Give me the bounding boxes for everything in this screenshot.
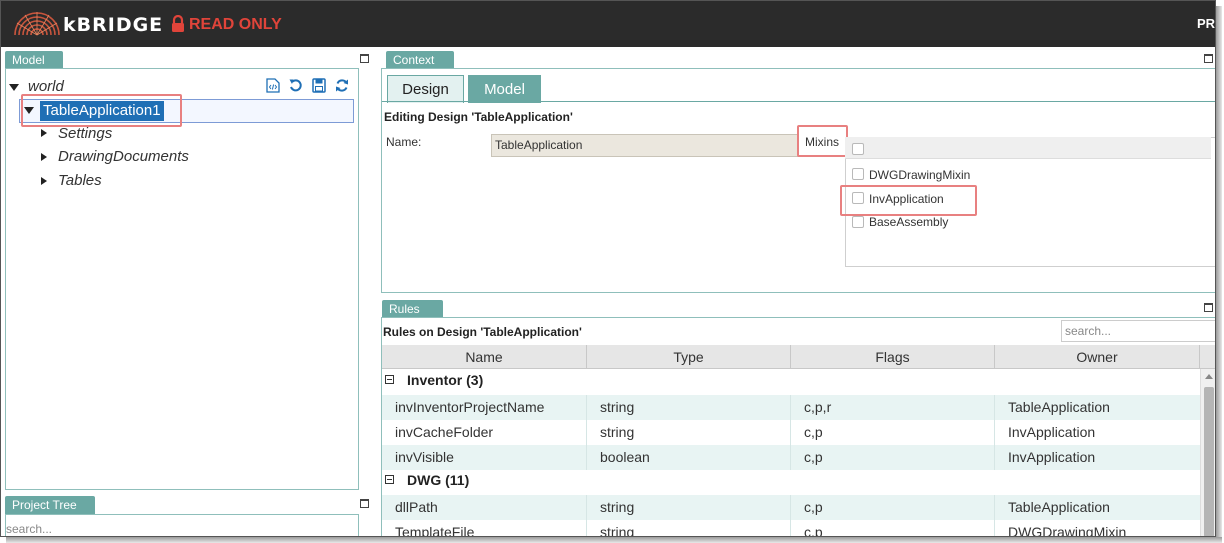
cell-owner: InvApplication	[1008, 449, 1096, 465]
undo-icon[interactable]	[289, 78, 303, 93]
scroll-up-icon[interactable]	[1205, 374, 1213, 379]
cell-owner: TableApplication	[1008, 399, 1110, 415]
model-maximize-icon[interactable]	[360, 54, 369, 63]
project-search-input[interactable]: search...	[6, 522, 52, 536]
cell-name: TemplateFile	[382, 520, 587, 536]
top-right-label: PR	[1197, 16, 1216, 31]
cell-type: string	[587, 495, 791, 520]
cell-type: string	[587, 520, 791, 536]
cell-type: boolean	[587, 445, 791, 470]
column-header-flags[interactable]: Flags	[791, 345, 995, 369]
app-window: kBRIDGE READ ONLY PR Model world TableAp…	[0, 0, 1216, 537]
table-row[interactable]: dllPath string c,p TableApplication	[382, 495, 1200, 520]
project-tree-tab[interactable]: Project Tree	[5, 496, 95, 514]
editing-design-title: Editing Design 'TableApplication'	[384, 110, 573, 124]
cell-flags: c,p	[791, 520, 995, 536]
tree-item-settings[interactable]: Settings	[58, 125, 112, 142]
highlight-box-mixins	[797, 125, 848, 157]
mixin-label-baseassembly: BaseAssembly	[869, 215, 949, 229]
tree-item-world[interactable]: world	[28, 78, 64, 95]
cell-flags: c,p	[791, 445, 995, 470]
table-row[interactable]: invCacheFolder string c,p InvApplication	[382, 420, 1200, 445]
column-header-name[interactable]: Name	[382, 345, 587, 369]
tree-item-drawingdocuments[interactable]: DrawingDocuments	[58, 148, 189, 165]
lock-icon	[172, 15, 184, 32]
table-row[interactable]: TemplateFile string c,p DWGDrawingMixin	[382, 520, 1200, 537]
refresh-icon[interactable]	[335, 78, 349, 93]
cell-owner: DWGDrawingMixin	[1008, 524, 1127, 537]
cell-owner: InvApplication	[1008, 424, 1096, 440]
context-panel-tab[interactable]: Context	[386, 51, 454, 69]
column-header-filler	[1200, 345, 1215, 369]
cell-flags: c,p	[791, 420, 995, 445]
cell-flags: c,p	[791, 495, 995, 520]
cell-name: invVisible	[382, 445, 587, 470]
highlight-box-invapplication	[840, 185, 977, 216]
table-row[interactable]: invInventorProjectName string c,p,r Tabl…	[382, 395, 1200, 420]
mixin-label-dwgdrawingmixin: DWGDrawingMixin	[869, 168, 971, 182]
group-label-dwg[interactable]: DWG (11)	[382, 472, 469, 494]
save-icon[interactable]	[312, 78, 326, 93]
mixin-checkbox-dwgdrawingmixin[interactable]	[852, 168, 864, 180]
model-panel-tab[interactable]: Model	[5, 51, 63, 69]
highlight-box-tree	[21, 94, 182, 127]
code-file-icon[interactable]	[266, 78, 280, 93]
rules-subtitle: Rules on Design 'TableApplication'	[383, 325, 582, 339]
brand-name: kBRIDGE	[63, 14, 164, 36]
context-maximize-icon[interactable]	[1204, 54, 1213, 63]
project-tree-panel	[5, 514, 359, 536]
scroll-thumb[interactable]	[1204, 387, 1214, 536]
tab-design[interactable]: Design	[387, 75, 464, 103]
kbridge-logo-icon	[14, 12, 60, 36]
settings-expand-icon[interactable]	[41, 129, 47, 137]
cell-name: invCacheFolder	[382, 420, 587, 445]
tree-item-tables[interactable]: Tables	[58, 172, 102, 189]
column-header-owner[interactable]: Owner	[995, 345, 1200, 369]
rules-panel-tab[interactable]: Rules	[382, 300, 443, 318]
read-only-badge: READ ONLY	[189, 16, 282, 33]
cell-owner: TableApplication	[1008, 499, 1110, 515]
name-label: Name:	[386, 135, 422, 149]
tab-underline	[382, 101, 1215, 102]
table-row[interactable]: invVisible boolean c,p InvApplication	[382, 445, 1200, 470]
column-header-type[interactable]: Type	[587, 345, 791, 369]
project-maximize-icon[interactable]	[360, 499, 369, 508]
cell-type: string	[587, 395, 791, 420]
mixins-select-all-checkbox[interactable]	[852, 143, 864, 155]
top-bar: kBRIDGE READ ONLY PR	[1, 1, 1216, 47]
rules-scrollbar[interactable]	[1200, 369, 1215, 536]
name-field[interactable]: TableApplication	[491, 134, 799, 157]
cell-flags: c,p,r	[791, 395, 995, 420]
window-shadow-bottom	[6, 537, 1222, 543]
group-label-inventor[interactable]: Inventor (3)	[382, 372, 483, 394]
drawingdocuments-expand-icon[interactable]	[41, 153, 47, 161]
rules-search-input[interactable]: search...	[1061, 320, 1215, 342]
rules-maximize-icon[interactable]	[1204, 303, 1213, 312]
cell-type: string	[587, 420, 791, 445]
cell-name: invInventorProjectName	[382, 395, 587, 420]
cell-name: dllPath	[382, 495, 587, 520]
tab-model[interactable]: Model	[468, 75, 541, 103]
tables-expand-icon[interactable]	[41, 177, 47, 185]
mixins-header	[845, 137, 1211, 159]
mixin-checkbox-baseassembly[interactable]	[852, 216, 864, 228]
world-expand-icon[interactable]	[9, 84, 19, 91]
window-shadow-right	[1216, 6, 1222, 541]
